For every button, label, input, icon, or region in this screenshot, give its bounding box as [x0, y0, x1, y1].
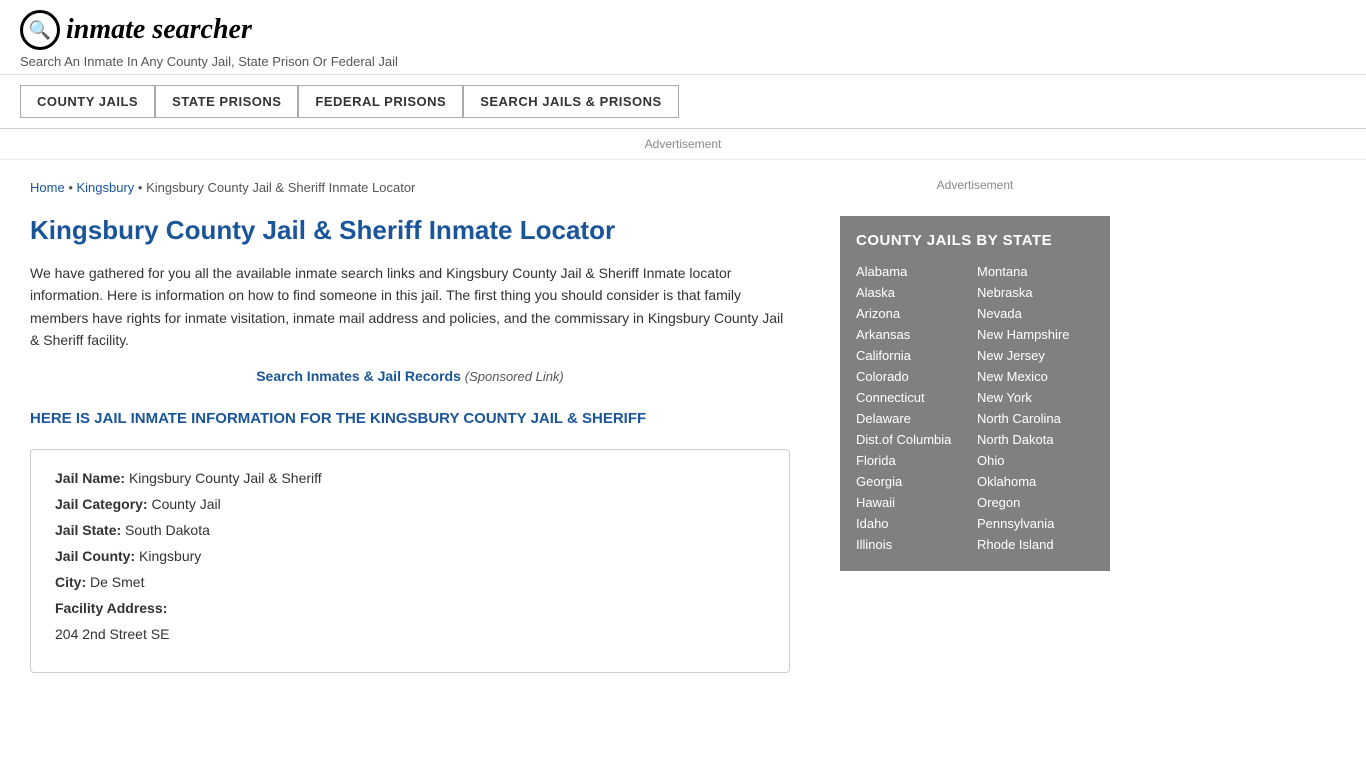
state-link-idaho[interactable]: Idaho [856, 513, 973, 534]
logo-icon: 🔍 [20, 10, 60, 50]
page-title: Kingsbury County Jail & Sheriff Inmate L… [30, 215, 790, 246]
state-col-left: AlabamaAlaskaArizonaArkansasCaliforniaCo… [856, 261, 973, 555]
logo-area: 🔍 inmate searcher [20, 10, 1346, 50]
nav-federal-prisons[interactable]: FEDERAL PRISONS [298, 85, 463, 118]
jail-state-row: Jail State: South Dakota [55, 522, 765, 538]
state-link-alabama[interactable]: Alabama [856, 261, 973, 282]
jail-address-value: 204 2nd Street SE [55, 626, 169, 642]
jail-name-value: Kingsbury County Jail & Sheriff [129, 470, 322, 486]
state-link-rhode-island[interactable]: Rhode Island [977, 534, 1094, 555]
nav-county-jails[interactable]: COUNTY JAILS [20, 85, 155, 118]
state-link-north-dakota[interactable]: North Dakota [977, 429, 1094, 450]
state-link-new-york[interactable]: New York [977, 387, 1094, 408]
jail-info-box: Jail Name: Kingsbury County Jail & Sheri… [30, 449, 790, 673]
sponsored-label: (Sponsored Link) [465, 369, 564, 384]
search-link-area: Search Inmates & Jail Records (Sponsored… [30, 368, 790, 384]
state-link-north-carolina[interactable]: North Carolina [977, 408, 1094, 429]
breadcrumb-current: Kingsbury County Jail & Sheriff Inmate L… [146, 180, 415, 195]
header: 🔍 inmate searcher Search An Inmate In An… [0, 0, 1366, 75]
jail-address-value-row: 204 2nd Street SE [55, 626, 765, 642]
state-link-oregon[interactable]: Oregon [977, 492, 1094, 513]
state-link-california[interactable]: California [856, 345, 973, 366]
jail-category-value: County Jail [151, 496, 220, 512]
state-link-arizona[interactable]: Arizona [856, 303, 973, 324]
state-link-alaska[interactable]: Alaska [856, 282, 973, 303]
nav-state-prisons[interactable]: STATE PRISONS [155, 85, 298, 118]
state-list-box: COUNTY JAILS BY STATE AlabamaAlaskaArizo… [840, 216, 1110, 571]
jail-address-row: Facility Address: [55, 600, 765, 616]
state-link-new-jersey[interactable]: New Jersey [977, 345, 1094, 366]
state-link-florida[interactable]: Florida [856, 450, 973, 471]
jail-county-value: Kingsbury [139, 548, 201, 564]
state-link-oklahoma[interactable]: Oklahoma [977, 471, 1094, 492]
breadcrumb: Home • Kingsbury • Kingsbury County Jail… [30, 180, 790, 195]
jail-state-label: Jail State: [55, 522, 121, 538]
jail-county-label: Jail County: [55, 548, 135, 564]
page-description: We have gathered for you all the availab… [30, 262, 790, 352]
jail-category-row: Jail Category: County Jail [55, 496, 765, 512]
jail-name-label: Jail Name: [55, 470, 125, 486]
ad-bar: Advertisement [0, 129, 1366, 160]
state-link-nebraska[interactable]: Nebraska [977, 282, 1094, 303]
jail-address-label: Facility Address: [55, 600, 167, 616]
breadcrumb-parent[interactable]: Kingsbury [76, 180, 134, 195]
state-link-nevada[interactable]: Nevada [977, 303, 1094, 324]
jail-name-row: Jail Name: Kingsbury County Jail & Sheri… [55, 470, 765, 486]
jail-city-label: City: [55, 574, 86, 590]
jail-county-row: Jail County: Kingsbury [55, 548, 765, 564]
breadcrumb-home[interactable]: Home [30, 180, 65, 195]
state-link-arkansas[interactable]: Arkansas [856, 324, 973, 345]
section-heading: HERE IS JAIL INMATE INFORMATION FOR THE … [30, 408, 790, 429]
state-link-colorado[interactable]: Colorado [856, 366, 973, 387]
state-link-montana[interactable]: Montana [977, 261, 1094, 282]
state-link-new-mexico[interactable]: New Mexico [977, 366, 1094, 387]
jail-category-label: Jail Category: [55, 496, 148, 512]
sidebar-ad: Advertisement [840, 170, 1110, 200]
state-col-right: MontanaNebraskaNevadaNew HampshireNew Je… [977, 261, 1094, 555]
search-inmates-link[interactable]: Search Inmates & Jail Records [256, 368, 461, 384]
state-grid: AlabamaAlaskaArizonaArkansasCaliforniaCo… [856, 261, 1094, 555]
nav-search-jails[interactable]: SEARCH JAILS & PRISONS [463, 85, 678, 118]
state-link-pennsylvania[interactable]: Pennsylvania [977, 513, 1094, 534]
jail-city-row: City: De Smet [55, 574, 765, 590]
state-link-delaware[interactable]: Delaware [856, 408, 973, 429]
tagline: Search An Inmate In Any County Jail, Sta… [20, 54, 1346, 69]
state-link-illinois[interactable]: Illinois [856, 534, 973, 555]
content-area: Home • Kingsbury • Kingsbury County Jail… [0, 160, 820, 693]
logo-text: inmate searcher [66, 14, 252, 46]
sidebar: Advertisement COUNTY JAILS BY STATE Alab… [820, 160, 1130, 693]
jail-city-value: De Smet [90, 574, 144, 590]
main-layout: Home • Kingsbury • Kingsbury County Jail… [0, 160, 1366, 693]
main-nav: COUNTY JAILS STATE PRISONS FEDERAL PRISO… [0, 75, 1366, 129]
state-link-hawaii[interactable]: Hawaii [856, 492, 973, 513]
state-link-georgia[interactable]: Georgia [856, 471, 973, 492]
state-link-ohio[interactable]: Ohio [977, 450, 1094, 471]
jail-state-value: South Dakota [125, 522, 210, 538]
state-list-title: COUNTY JAILS BY STATE [856, 232, 1094, 249]
state-link-distof-columbia[interactable]: Dist.of Columbia [856, 429, 973, 450]
state-link-connecticut[interactable]: Connecticut [856, 387, 973, 408]
state-link-new-hampshire[interactable]: New Hampshire [977, 324, 1094, 345]
